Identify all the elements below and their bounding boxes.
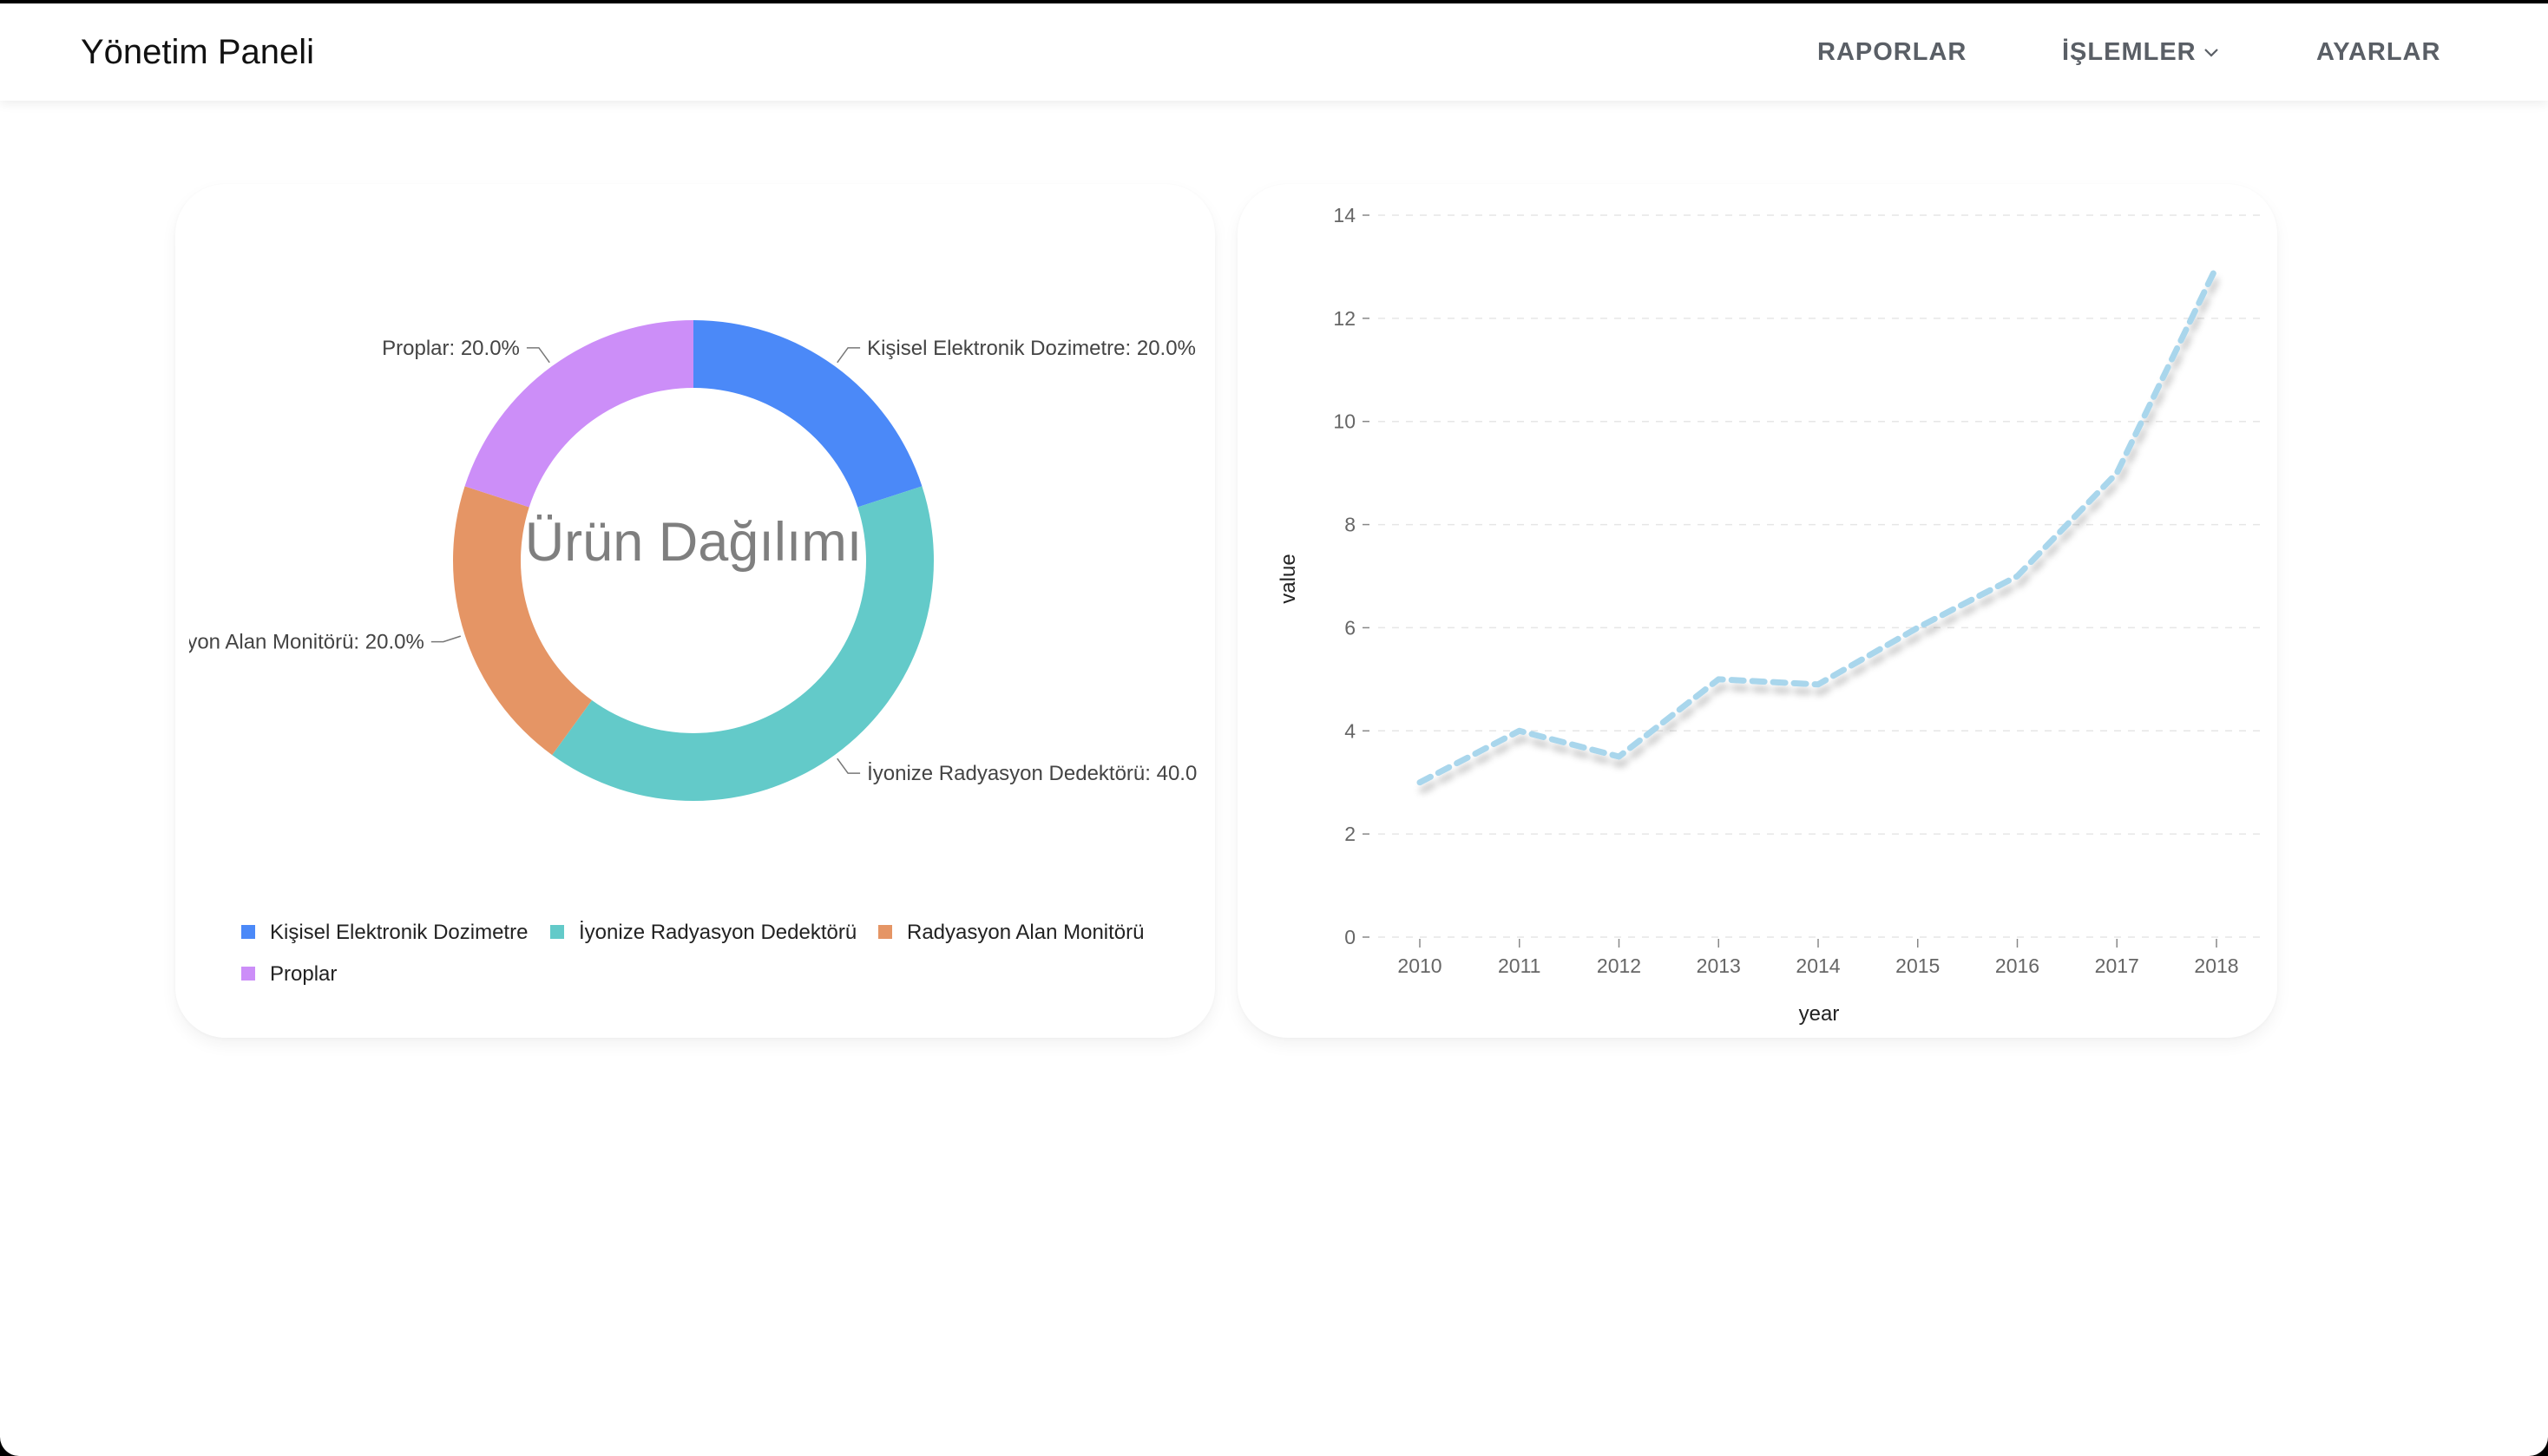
pie-slice-label: İyonize Radyasyon Dedektörü: 40.0 (867, 762, 1197, 785)
pie-chart: Kişisel Elektronik Dozimetre: 20.0% İyoni… (187, 320, 1197, 986)
x-tick-label: 2010 (1397, 954, 1441, 977)
pie-label-leader (837, 347, 861, 364)
legend-swatch (550, 925, 564, 939)
pie-center-title: Ürün Dağılımı (525, 512, 863, 573)
nav-settings[interactable]: AYARLAR (2316, 35, 2440, 69)
x-tick-label: 2013 (1697, 954, 1741, 977)
y-tick-label: 12 (1333, 307, 1356, 330)
pie-label-leader (526, 347, 550, 364)
y-tick-label: 10 (1333, 410, 1356, 433)
x-tick-label: 2012 (1597, 954, 1641, 977)
pie-slice-label: Proplar: 20.0% (382, 337, 520, 360)
x-tick-label: 2015 (1895, 954, 1940, 977)
nav-operations-label: İŞLEMLER (2062, 38, 2197, 66)
series-line[interactable] (1416, 263, 2220, 786)
pie-slice-label: Kişisel Elektronik Dozimetre: 20.0% (867, 337, 1196, 360)
nav-reports[interactable]: RAPORLAR (1817, 35, 1967, 69)
legend-label: Kişisel Elektronik Dozimetre (270, 921, 528, 944)
pie-label-leader (837, 758, 861, 774)
brand-title[interactable]: Yönetim Paneli (81, 28, 314, 76)
x-tick-label: 2017 (2095, 954, 2139, 977)
chevron-down-icon (2203, 32, 2219, 67)
line-chart: 0 2 4 6 8 10 12 14 2010 2011 2012 2013 2014 2015 2016… (1277, 204, 2262, 1026)
pie-label-leader (430, 635, 462, 643)
x-tick-label: 2016 (1995, 954, 2039, 977)
data-point[interactable] (2216, 266, 2217, 267)
pie-slice-label: yon Alan Monitörü: 20.0% (187, 631, 424, 654)
nav-operations[interactable]: İŞLEMLER (2062, 35, 2219, 70)
y-tick-label: 0 (1344, 926, 1356, 948)
pie-chart-card: Kişisel Elektronik Dozimetre: 20.0% İyoni… (175, 184, 1215, 1038)
legend-label: İyonize Radyasyon Dedektörü (579, 921, 857, 944)
legend-item[interactable]: Kişisel Elektronik Dozimetre (241, 921, 528, 944)
legend-label: Proplar (270, 962, 337, 986)
legend-label: Radyasyon Alan Monitörü (907, 921, 1145, 944)
y-tick-label: 14 (1333, 204, 1356, 226)
y-tick-label: 8 (1344, 514, 1356, 536)
legend-item[interactable]: Proplar (241, 962, 337, 986)
legend-swatch (241, 967, 255, 981)
y-tick-label: 6 (1344, 616, 1356, 639)
legend-item[interactable]: Radyasyon Alan Monitörü (878, 921, 1145, 944)
top-navbar: Yönetim Paneli RAPORLAR İŞLEMLER AYARLAR (0, 3, 2548, 101)
y-axis-title: value (1277, 554, 1300, 603)
legend-item[interactable]: İyonize Radyasyon Dedektörü (550, 921, 857, 944)
x-tick-label: 2018 (2194, 954, 2238, 977)
x-tick-label: 2011 (1498, 954, 1540, 977)
line-chart-card: 0 2 4 6 8 10 12 14 2010 2011 2012 2013 2014 2015 2016… (1238, 184, 2277, 1038)
x-axis-title: year (1799, 1002, 1840, 1026)
legend-swatch (878, 925, 892, 939)
legend-swatch (241, 925, 255, 939)
y-tick-label: 4 (1344, 719, 1356, 742)
x-tick-label: 2014 (1796, 954, 1840, 977)
app-window: Yönetim Paneli RAPORLAR İŞLEMLER AYARLAR… (0, 3, 2548, 1456)
y-tick-label: 2 (1344, 823, 1356, 845)
